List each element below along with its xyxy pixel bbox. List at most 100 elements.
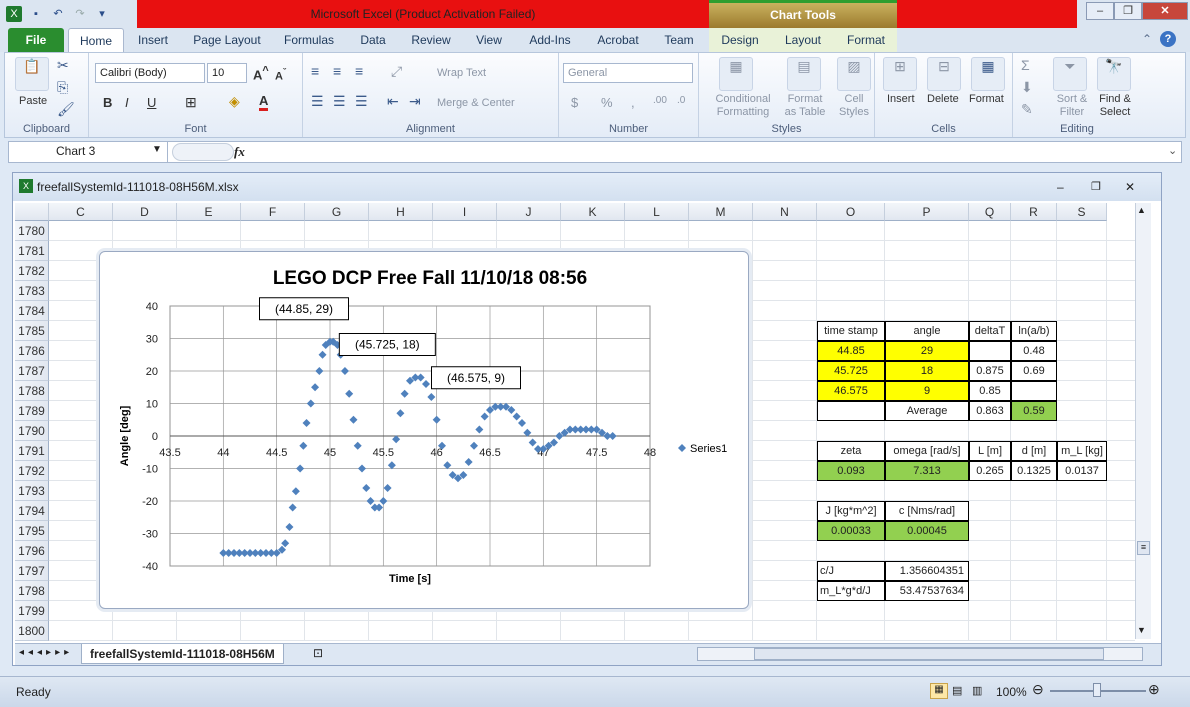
zoom-slider-thumb[interactable] [1093, 683, 1101, 697]
paste-icon[interactable]: 📋 [15, 57, 49, 91]
grow-font-icon[interactable]: A^ [253, 65, 269, 82]
copy-icon[interactable]: ⎘ [57, 79, 68, 96]
save-icon[interactable]: ▪ [28, 6, 44, 22]
column-header[interactable]: D [113, 203, 177, 221]
underline-icon[interactable]: U [147, 95, 156, 110]
table-cell[interactable]: deltaT [969, 321, 1011, 341]
insert-function-icon[interactable]: fx [234, 144, 245, 160]
column-header[interactable]: P [885, 203, 969, 221]
table-cell[interactable] [817, 401, 885, 421]
tab-page-layout[interactable]: Page Layout [186, 28, 268, 52]
row-header[interactable]: 1789 [15, 401, 49, 421]
currency-icon[interactable]: $ [571, 95, 578, 110]
decrease-decimal-icon[interactable]: .0 [677, 95, 685, 106]
tab-review[interactable]: Review [404, 28, 458, 52]
table-cell[interactable]: 46.575 [817, 381, 885, 401]
column-header[interactable]: S [1057, 203, 1107, 221]
find-select-button[interactable]: Find & Select [1095, 93, 1135, 119]
table-cell[interactable]: zeta [817, 441, 885, 461]
find-select-icon[interactable]: 🔭 [1097, 57, 1131, 91]
column-header[interactable]: M [689, 203, 753, 221]
percent-icon[interactable]: % [601, 95, 613, 110]
minimize-ribbon-icon[interactable]: ⌃ [1142, 32, 1152, 46]
column-header[interactable]: K [561, 203, 625, 221]
table-cell[interactable]: 9 [885, 381, 969, 401]
number-format-combo[interactable]: General [563, 63, 693, 83]
row-header[interactable]: 1788 [15, 381, 49, 401]
column-header[interactable]: N [753, 203, 817, 221]
table-cell[interactable]: 45.725 [817, 361, 885, 381]
insert-cells-icon[interactable]: ⊞ [883, 57, 917, 91]
borders-icon[interactable]: ⊞ [185, 94, 197, 111]
row-header[interactable]: 1781 [15, 241, 49, 261]
table-cell[interactable]: 7.313 [885, 461, 969, 481]
format-as-table-icon[interactable]: ▤ [787, 57, 821, 91]
table-cell[interactable]: c/J [817, 561, 885, 581]
table-cell[interactable]: 0.1325 [1011, 461, 1057, 481]
clear-icon[interactable]: ✎ [1021, 101, 1033, 118]
row-header[interactable]: 1793 [15, 481, 49, 501]
undo-icon[interactable]: ↶ [50, 6, 66, 22]
wrap-text-button[interactable]: Wrap Text [437, 67, 486, 79]
merge-center-button[interactable]: Merge & Center [437, 97, 515, 109]
page-layout-view-icon[interactable]: ▤ [952, 684, 962, 697]
workbook-close-button[interactable]: ✕ [1125, 173, 1135, 201]
font-size-combo[interactable]: 10 [207, 63, 247, 83]
comma-icon[interactable]: , [631, 95, 635, 110]
format-cells-icon[interactable]: ▦ [971, 57, 1005, 91]
row-header[interactable]: 1799 [15, 601, 49, 621]
format-as-table-button[interactable]: Format as Table [781, 93, 829, 119]
insert-cells-button[interactable]: Insert [887, 93, 915, 105]
scroll-up-icon[interactable]: ▲ [1137, 205, 1146, 215]
row-header[interactable]: 1795 [15, 521, 49, 541]
decrease-indent-icon[interactable]: ⇤ [387, 93, 399, 110]
column-header[interactable]: G [305, 203, 369, 221]
increase-indent-icon[interactable]: ⇥ [409, 93, 421, 110]
expand-formula-bar-icon[interactable]: ⌄ [1168, 144, 1177, 157]
shrink-font-icon[interactable]: Aˇ [275, 67, 286, 83]
horizontal-scroll-thumb[interactable] [754, 648, 1104, 660]
row-header[interactable]: 1784 [15, 301, 49, 321]
tab-layout[interactable]: Layout [776, 28, 830, 52]
font-name-combo[interactable]: Calibri (Body) [95, 63, 205, 83]
table-cell[interactable]: ln(a/b) [1011, 321, 1057, 341]
table-cell[interactable]: 0.48 [1011, 341, 1057, 361]
table-cell[interactable]: 0.85 [969, 381, 1011, 401]
middle-align-icon[interactable]: ≡ [333, 63, 341, 79]
table-cell[interactable]: 0.863 [969, 401, 1011, 421]
row-header[interactable]: 1792 [15, 461, 49, 481]
scroll-down-icon[interactable]: ▼ [1137, 625, 1146, 635]
row-header[interactable]: 1797 [15, 561, 49, 581]
zoom-in-icon[interactable]: ⊕ [1148, 681, 1160, 698]
tab-acrobat[interactable]: Acrobat [590, 28, 646, 52]
table-cell[interactable]: 53.47537634 [885, 581, 969, 601]
column-header[interactable]: H [369, 203, 433, 221]
format-cells-button[interactable]: Format [969, 93, 1004, 105]
autosum-icon[interactable]: Σ [1021, 57, 1030, 73]
horizontal-scrollbar[interactable] [697, 647, 1143, 661]
vertical-scrollbar[interactable]: ▲ ≡ ▼ [1135, 203, 1151, 639]
paste-label[interactable]: Paste [19, 95, 47, 107]
close-button[interactable]: ✕ [1142, 2, 1188, 20]
normal-view-icon[interactable]: ▦ [930, 683, 948, 699]
row-header[interactable]: 1782 [15, 261, 49, 281]
row-header[interactable]: 1786 [15, 341, 49, 361]
bottom-align-icon[interactable]: ≡ [355, 63, 363, 79]
column-header[interactable]: Q [969, 203, 1011, 221]
cut-icon[interactable]: ✂ [57, 57, 69, 74]
tab-format[interactable]: Format [838, 28, 894, 52]
row-header[interactable]: 1785 [15, 321, 49, 341]
table-cell[interactable]: 0.69 [1011, 361, 1057, 381]
insert-sheet-icon[interactable]: ⊡ [313, 646, 323, 660]
fill-color-icon[interactable]: ◈ [229, 93, 240, 110]
conditional-formatting-icon[interactable]: ▦ [719, 57, 753, 91]
delete-cells-icon[interactable]: ⊟ [927, 57, 961, 91]
table-cell[interactable]: 0.875 [969, 361, 1011, 381]
column-header[interactable]: I [433, 203, 497, 221]
table-cell[interactable]: 18 [885, 361, 969, 381]
page-break-view-icon[interactable]: ▥ [972, 684, 982, 697]
name-box-dropdown-icon[interactable]: ▼ [152, 144, 162, 155]
table-cell[interactable]: time stamp [817, 321, 885, 341]
align-center-icon[interactable]: ☰ [333, 93, 346, 110]
table-cell[interactable]: 44.85 [817, 341, 885, 361]
